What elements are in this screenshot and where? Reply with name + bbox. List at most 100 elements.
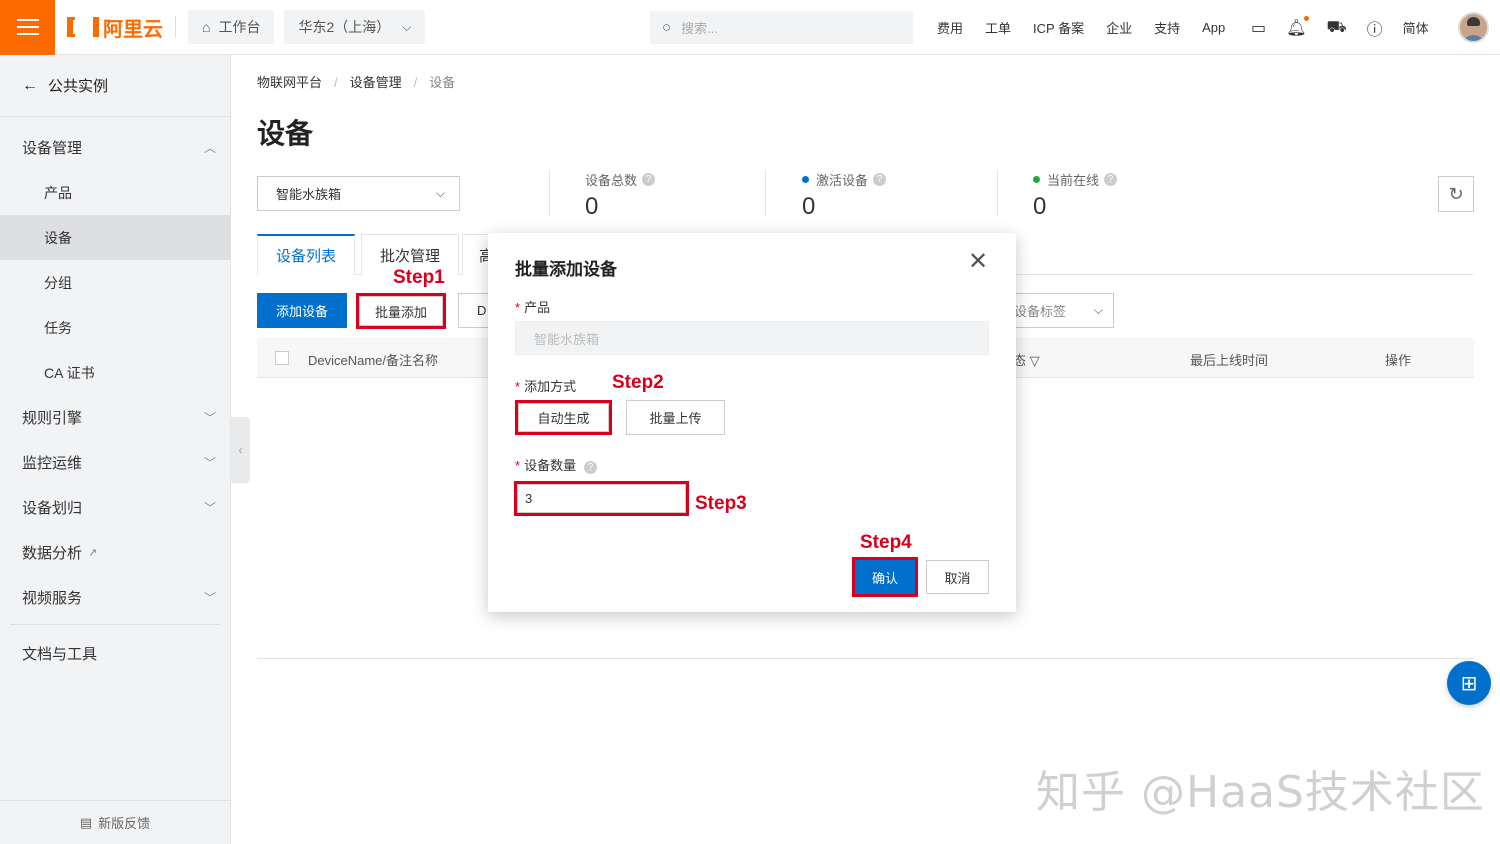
sidebar-item-label: 数据分析 bbox=[22, 545, 83, 562]
column-actions: 操作 bbox=[1385, 353, 1412, 368]
chevron-left-icon: ‹ bbox=[238, 443, 243, 457]
batch-upload-button[interactable]: 批量上传 bbox=[626, 400, 725, 435]
sidebar-item-docs-tools[interactable]: 文档与工具 bbox=[0, 631, 230, 676]
feedback-label: 新版反馈 bbox=[98, 816, 151, 831]
user-avatar[interactable] bbox=[1458, 12, 1489, 43]
cancel-button[interactable]: 取消 bbox=[926, 560, 989, 594]
home-icon: ⌂ bbox=[202, 19, 211, 35]
step1-annotation: Step1 bbox=[393, 267, 445, 288]
workbench-label: 工作台 bbox=[218, 19, 261, 35]
region-label: 华东2（上海） bbox=[298, 19, 391, 35]
search-placeholder: 搜索... bbox=[681, 21, 718, 36]
filter-icon[interactable]: ▽ bbox=[1030, 353, 1040, 368]
batch-add-button[interactable]: 批量添加 bbox=[356, 293, 446, 329]
stat-label: 激活设备 bbox=[816, 173, 869, 188]
aliyun-logo[interactable]: 阿里云 bbox=[67, 12, 163, 42]
back-label: 公共实例 bbox=[48, 78, 109, 95]
column-last-online[interactable]: 最后上线时间 bbox=[1190, 350, 1268, 369]
stat-value: 0 bbox=[802, 193, 816, 220]
top-icons: ▭ 🔔︎ ⛟ ⓘ 简体 bbox=[1251, 0, 1429, 55]
status-dot bbox=[1033, 176, 1040, 183]
terminal-icon[interactable]: ▭ bbox=[1251, 18, 1266, 38]
product-select-value: 智能水族箱 bbox=[276, 187, 342, 202]
sidebar-item-tasks[interactable]: 任务 bbox=[0, 305, 230, 350]
product-field-label: * 产品 bbox=[515, 300, 551, 315]
help-icon[interactable]: ? bbox=[642, 173, 656, 186]
workbench-button[interactable]: ⌂ 工作台 bbox=[188, 10, 275, 44]
device-tag-select[interactable]: 设备标签 ⌵ bbox=[1000, 293, 1114, 328]
batch-add-device-dialog: 批量添加设备 ✕ * 产品 智能水族箱 * 添加方式 Step2 自动生成 批量上传… bbox=[488, 233, 1016, 612]
arrow-left-icon: ← bbox=[22, 76, 38, 94]
apps-grid-icon[interactable]: ⊞ bbox=[1447, 661, 1491, 705]
sidebar-item-data-analysis[interactable]: 数据分析 ↗ bbox=[0, 530, 230, 575]
chevron-down-icon: ⌵ bbox=[1093, 303, 1103, 317]
brand-name: 阿里云 bbox=[103, 18, 163, 41]
top-link-fees[interactable]: 费用 bbox=[937, 18, 963, 37]
sidebar-item-monitoring[interactable]: 监控运维 ﹀ bbox=[0, 440, 230, 485]
help-icon[interactable]: ? bbox=[1104, 173, 1118, 186]
chevron-down-icon: ⌵ bbox=[402, 19, 412, 34]
top-link-support[interactable]: 支持 bbox=[1154, 18, 1180, 37]
product-select[interactable]: 智能水族箱 ⌵ bbox=[257, 176, 460, 211]
search-input[interactable]: ○ 搜索... bbox=[650, 11, 913, 44]
hamburger-menu-icon[interactable] bbox=[0, 0, 55, 55]
tag-select-label: 设备标签 bbox=[1014, 304, 1067, 319]
quantity-field-label: * 设备数量? bbox=[515, 455, 598, 474]
sidebar-item-label: 规则引擎 bbox=[22, 410, 83, 427]
sidebar-item-device-assignment[interactable]: 设备划归 ﹀ bbox=[0, 485, 230, 530]
breadcrumb-device-management[interactable]: 设备管理 bbox=[350, 75, 402, 90]
sidebar-item-products[interactable]: 产品 bbox=[0, 170, 230, 215]
refresh-button[interactable]: ↻ bbox=[1438, 176, 1474, 212]
tab-device-list[interactable]: 设备列表 bbox=[257, 234, 355, 275]
watermark: 知乎 @HaaS技术社区 bbox=[1036, 767, 1485, 818]
sidebar-collapse-handle[interactable]: ‹ bbox=[231, 417, 250, 483]
help-icon[interactable]: ? bbox=[584, 461, 598, 474]
top-link-app[interactable]: App bbox=[1202, 20, 1225, 35]
auto-generate-button[interactable]: 自动生成 bbox=[515, 400, 612, 435]
refresh-icon: ↻ bbox=[1448, 183, 1464, 204]
sidebar-item-rule-engine[interactable]: 规则引擎 ﹀ bbox=[0, 395, 230, 440]
chevron-down-icon: ⌵ bbox=[435, 186, 445, 200]
column-device-name: DeviceName/备注名称 bbox=[308, 353, 439, 368]
label-text: 设备数量 bbox=[524, 458, 577, 473]
sidebar-item-device-management[interactable]: 设备管理 ︿ bbox=[0, 125, 230, 170]
back-to-instances[interactable]: ← 公共实例 bbox=[0, 55, 230, 117]
help-icon[interactable]: ? bbox=[873, 173, 887, 186]
search-icon: ○ bbox=[662, 19, 672, 36]
language-switch[interactable]: 简体 bbox=[1403, 18, 1429, 37]
breadcrumb: 物联网平台 / 设备管理 / 设备 bbox=[257, 75, 456, 90]
product-field: 智能水族箱 bbox=[515, 321, 989, 355]
device-quantity-input[interactable]: 3 bbox=[514, 481, 689, 516]
breadcrumb-current: 设备 bbox=[429, 75, 456, 90]
sidebar-item-label: 文档与工具 bbox=[22, 646, 98, 663]
feedback-button[interactable]: ▤ 新版反馈 bbox=[0, 800, 230, 844]
top-link-enterprise[interactable]: 企业 bbox=[1106, 18, 1132, 37]
chevron-down-icon: ﹀ bbox=[203, 501, 216, 515]
top-link-icp[interactable]: ICP 备案 bbox=[1033, 18, 1084, 37]
divider bbox=[175, 16, 176, 38]
label-text: 产品 bbox=[524, 300, 551, 315]
help-icon[interactable]: ⓘ bbox=[1367, 16, 1383, 40]
sidebar-item-devices[interactable]: 设备 bbox=[0, 215, 230, 260]
sidebar-item-ca-certs[interactable]: CA 证书 bbox=[0, 350, 230, 395]
step3-annotation: Step3 bbox=[695, 493, 747, 514]
region-selector[interactable]: 华东2（上海） ⌵ bbox=[284, 10, 426, 44]
sidebar-item-label: 视频服务 bbox=[22, 590, 83, 607]
table-divider bbox=[257, 658, 1474, 659]
add-device-button[interactable]: 添加设备 bbox=[257, 293, 347, 328]
sidebar-item-label: 设备管理 bbox=[22, 140, 83, 157]
dialog-title: 批量添加设备 bbox=[515, 260, 617, 279]
select-all-checkbox[interactable] bbox=[275, 351, 289, 365]
sidebar-item-label: 监控运维 bbox=[22, 455, 83, 472]
method-field-label: * 添加方式 bbox=[515, 379, 577, 394]
bell-icon[interactable]: 🔔︎ bbox=[1286, 15, 1310, 38]
sidebar-item-groups[interactable]: 分组 bbox=[0, 260, 230, 305]
cart-icon[interactable]: ⛟ bbox=[1326, 18, 1346, 38]
confirm-button[interactable]: 确认 bbox=[852, 557, 918, 597]
close-icon[interactable]: ✕ bbox=[968, 250, 988, 274]
page-title: 设备 bbox=[257, 118, 314, 149]
breadcrumb-iot-platform[interactable]: 物联网平台 bbox=[257, 75, 322, 90]
sidebar-item-video-service[interactable]: 视频服务 ﹀ bbox=[0, 575, 230, 620]
top-link-tickets[interactable]: 工单 bbox=[985, 18, 1011, 37]
step4-annotation: Step4 bbox=[860, 532, 912, 553]
